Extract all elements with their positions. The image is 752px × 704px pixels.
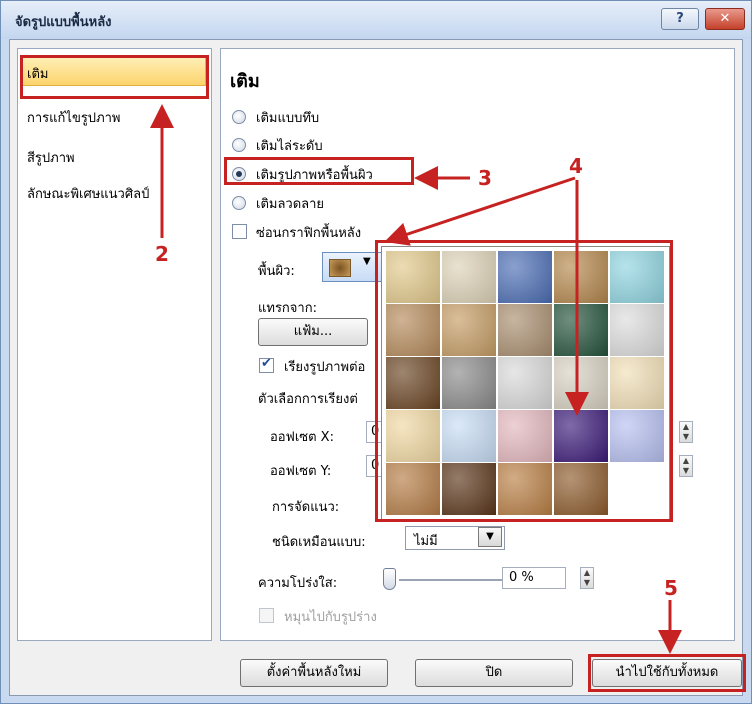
highlight-texture-gallery — [375, 240, 673, 522]
offset-y-label: ออฟเซต Y: — [270, 464, 332, 479]
transparency-field[interactable]: 0 % — [502, 567, 566, 589]
title-bar: จัดรูปแบบพื้นหลัง ? ✕ — [1, 1, 751, 39]
texture-preview-icon — [329, 259, 351, 277]
help-button[interactable]: ? — [661, 8, 699, 30]
hide-background-label: ซ่อนกราฟิกพื้นหลัง — [256, 226, 362, 241]
reset-background-button[interactable]: ตั้งค่าพื้นหลังใหม่ — [240, 659, 388, 687]
solid-fill-label: เติมแบบทึบ — [256, 111, 320, 126]
insert-from-label: แทรกจาก: — [258, 301, 317, 316]
annotation-number-5: 5 — [664, 576, 678, 600]
offset-y-spinner[interactable]: ▲ ▼ — [679, 455, 693, 477]
tiling-options-label: ตัวเลือกการเรียงต่ — [258, 392, 358, 407]
transparency-slider-thumb[interactable] — [383, 568, 396, 590]
category-sidebar: เติม การแก้ไขรูปภาพ สีรูปภาพ ลักษณะพิเศษ… — [17, 48, 212, 641]
transparency-spinner[interactable]: ▲ ▼ — [580, 567, 594, 589]
transparency-value: 0 % — [509, 570, 534, 585]
sidebar-item-artistic-effects[interactable]: ลักษณะพิเศษแนวศิลป์ — [27, 183, 149, 204]
offset-x-label: ออฟเซต X: — [270, 430, 334, 445]
tile-picture-label: เรียงรูปภาพต่อ — [284, 360, 366, 375]
chevron-down-icon: ▼ — [363, 256, 371, 267]
mirror-type-label: ชนิดเหมือนแบบ: — [272, 535, 366, 550]
highlight-picture-fill-option — [224, 157, 414, 185]
close-button[interactable]: ✕ — [705, 8, 745, 30]
highlight-apply-all-button — [588, 654, 746, 692]
pattern-fill-label: เติมลวดลาย — [256, 197, 325, 212]
dialog-title: จัดรูปแบบพื้นหลัง — [15, 15, 112, 30]
tile-picture-checkbox[interactable] — [259, 356, 274, 373]
file-button[interactable]: แฟ้ม... — [258, 318, 368, 346]
hide-background-checkbox[interactable] — [232, 224, 247, 239]
mirror-type-dropdown-button[interactable]: ▼ — [478, 527, 502, 547]
solid-fill-radio[interactable] — [232, 110, 246, 124]
transparency-slider-track[interactable] — [399, 579, 509, 581]
alignment-label: การจัดแนว: — [272, 500, 340, 515]
rotate-with-shape-checkbox — [259, 608, 274, 623]
annotation-number-2: 2 — [155, 242, 169, 266]
annotation-number-4: 4 — [569, 154, 583, 178]
pattern-fill-radio[interactable] — [232, 196, 246, 210]
texture-dropdown[interactable]: ▼ — [322, 252, 382, 282]
offset-x-spinner[interactable]: ▲ ▼ — [679, 421, 693, 443]
sidebar-item-picture-corrections[interactable]: การแก้ไขรูปภาพ — [27, 107, 121, 128]
chevron-down-icon: ▼ — [486, 531, 494, 542]
gradient-fill-label: เติมไล่ระดับ — [256, 139, 323, 154]
annotation-number-3: 3 — [478, 166, 492, 190]
transparency-label: ความโปร่งใส: — [258, 576, 338, 591]
panel-heading: เติม — [230, 71, 260, 92]
mirror-type-value: ไม่มี — [414, 534, 438, 549]
texture-label: พื้นผิว: — [258, 264, 295, 279]
close-dialog-button[interactable]: ปิด — [415, 659, 573, 687]
sidebar-item-picture-color[interactable]: สีรูปภาพ — [27, 147, 75, 168]
highlight-fill-category — [20, 55, 209, 99]
rotate-with-shape-label: หมุนไปกับรูปร่าง — [284, 610, 377, 625]
gradient-fill-radio[interactable] — [232, 138, 246, 152]
